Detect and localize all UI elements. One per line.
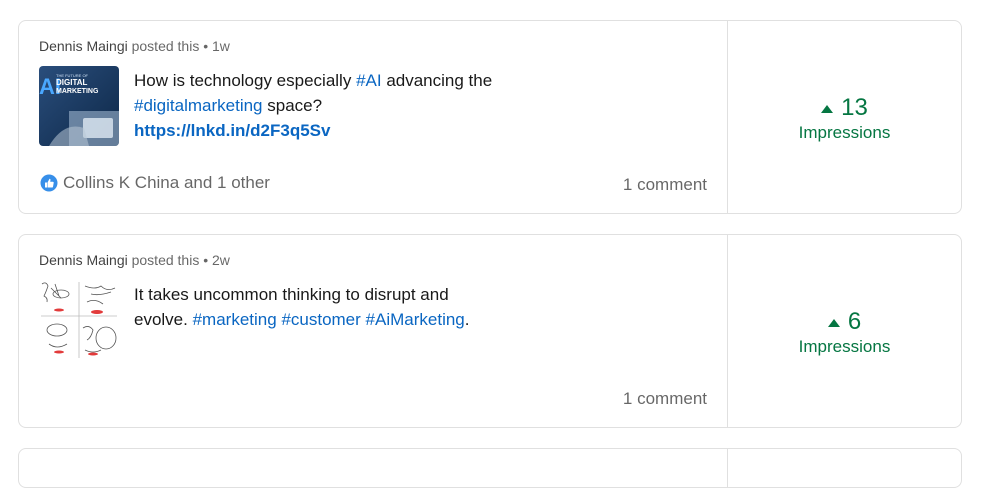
post-text: How is technology especially #AI advanci… <box>134 68 494 143</box>
impressions-panel[interactable]: 13 Impressions <box>728 21 961 213</box>
comments-count[interactable]: 1 comment <box>623 175 707 195</box>
trend-up-icon <box>827 319 840 327</box>
thumb-title-line2: MARKETING <box>56 88 99 95</box>
post-card: Dennis Maingi posted this • 1w AI THE FU… <box>18 20 962 214</box>
post-content: Dennis Maingi posted this • 1w AI THE FU… <box>19 21 727 213</box>
post-meta: Dennis Maingi posted this • 2w <box>39 252 230 268</box>
post-thumbnail[interactable]: AI THE FUTURE OF DIGITAL MARKETING <box>39 66 119 146</box>
impressions-count: 13 <box>841 94 868 121</box>
hashtag-link[interactable]: #customer <box>281 310 360 329</box>
digital-marketing-thumbnail-image: AI THE FUTURE OF DIGITAL MARKETING <box>39 66 119 146</box>
posted-time: posted this • 2w <box>127 252 230 268</box>
impressions-label: Impressions <box>798 123 891 142</box>
post-text-segment: . <box>464 310 470 329</box>
impressions-stat: 6 Impressions <box>728 308 961 358</box>
hashtag-link[interactable]: #AI <box>356 71 382 90</box>
post-text-segment: space? <box>262 96 323 115</box>
card-divider <box>727 449 728 487</box>
hashtag-link[interactable]: #AiMarketing <box>366 310 465 329</box>
post-url-link[interactable]: https://lnkd.in/d2F3q5Sv <box>134 121 330 140</box>
post-card: Dennis Maingi posted this • 2w It takes … <box>18 234 962 428</box>
impressions-count: 6 <box>847 308 862 335</box>
author-name[interactable]: Dennis Maingi <box>39 38 128 54</box>
author-name[interactable]: Dennis Maingi <box>39 252 128 268</box>
like-reaction-icon <box>40 174 58 192</box>
impressions-label: Impressions <box>798 337 891 356</box>
thumb-title-line1: DIGITAL <box>56 78 88 87</box>
post-text-segment: How is technology especially <box>134 71 357 90</box>
posted-time: posted this • 1w <box>127 38 230 54</box>
hashtag-link[interactable]: #marketing <box>193 310 277 329</box>
comments-count[interactable]: 1 comment <box>623 389 707 409</box>
post-text-segment: advancing the <box>381 71 493 90</box>
impressions-panel[interactable]: 6 Impressions <box>728 235 961 427</box>
post-content: Dennis Maingi posted this • 2w It takes … <box>19 235 727 427</box>
post-text: It takes uncommon thinking to disrupt an… <box>134 282 494 332</box>
sketch-comic-thumbnail-image <box>39 280 119 360</box>
post-thumbnail[interactable] <box>39 280 119 360</box>
post-card-partial <box>18 448 962 488</box>
hashtag-link[interactable]: #digitalmarketing <box>134 96 263 115</box>
post-meta: Dennis Maingi posted this • 1w <box>39 38 230 54</box>
trend-up-icon <box>821 105 834 113</box>
reactions-text: Collins K China and 1 other <box>63 173 270 192</box>
impressions-stat: 13 Impressions <box>728 94 961 144</box>
reactions-summary[interactable]: Collins K China and 1 other <box>40 173 270 193</box>
